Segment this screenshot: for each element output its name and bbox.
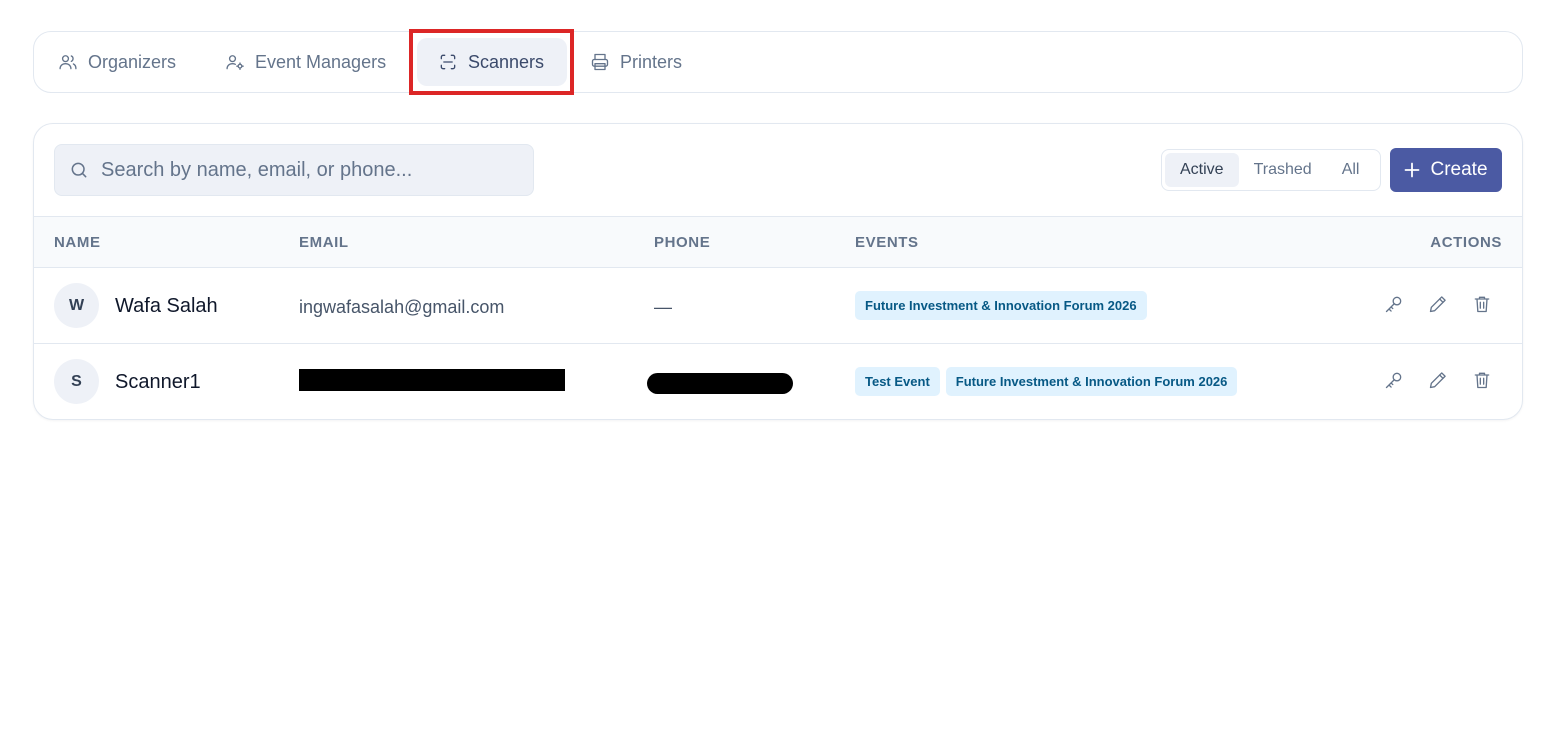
tab-bar: Organizers Event Managers Scanners Print… bbox=[33, 31, 1523, 93]
row-actions bbox=[1384, 370, 1492, 390]
filter-all[interactable]: All bbox=[1327, 153, 1375, 187]
tab-label: Printers bbox=[620, 51, 683, 72]
row-phone: — bbox=[654, 297, 672, 317]
search-box bbox=[54, 144, 534, 196]
column-actions: ACTIONS bbox=[1430, 234, 1502, 251]
tab-label: Organizers bbox=[88, 51, 177, 72]
table-row: W Wafa Salah ingwafasalah@gmail.com — Fu… bbox=[34, 268, 1522, 344]
pencil-icon[interactable] bbox=[1428, 294, 1448, 314]
search-icon bbox=[71, 162, 87, 178]
pencil-icon[interactable] bbox=[1428, 370, 1448, 390]
filter-active[interactable]: Active bbox=[1165, 153, 1239, 187]
key-icon[interactable] bbox=[1384, 370, 1404, 390]
user-cog-icon bbox=[226, 55, 244, 71]
status-filter: Active Trashed All bbox=[1161, 149, 1381, 191]
row-actions bbox=[1384, 294, 1492, 314]
row-name: Scanner1 bbox=[115, 371, 201, 393]
row-events: Future Investment & Innovation Forum 202… bbox=[855, 291, 1147, 320]
tab-scanners[interactable]: Scanners bbox=[417, 38, 567, 86]
tab-label: Event Managers bbox=[255, 51, 387, 72]
plus-icon bbox=[1405, 162, 1420, 178]
column-email: EMAIL bbox=[299, 234, 349, 251]
users-icon bbox=[59, 55, 77, 70]
redacted-phone bbox=[647, 373, 793, 394]
tab-label: Scanners bbox=[468, 51, 545, 72]
tab-printers[interactable]: Printers bbox=[590, 38, 682, 86]
avatar: W bbox=[54, 283, 99, 328]
tab-organizers[interactable]: Organizers bbox=[58, 38, 176, 86]
search-input[interactable] bbox=[101, 158, 521, 182]
key-icon[interactable] bbox=[1384, 294, 1404, 314]
row-events: Test Event Future Investment & Innovatio… bbox=[855, 367, 1238, 396]
row-email: ingwafasalah@gmail.com bbox=[299, 297, 505, 317]
event-badge: Future Investment & Innovation Forum 202… bbox=[945, 367, 1238, 396]
column-phone: PHONE bbox=[654, 234, 711, 251]
event-badge: Test Event bbox=[855, 367, 940, 396]
avatar: S bbox=[54, 359, 99, 404]
event-badge: Future Investment & Innovation Forum 202… bbox=[855, 291, 1147, 320]
scan-icon bbox=[440, 54, 456, 70]
scanners-table-card: Active Trashed All Create NAME EMAIL PHO… bbox=[33, 123, 1523, 420]
tab-event-managers[interactable]: Event Managers bbox=[225, 38, 386, 86]
redacted-email bbox=[299, 369, 565, 391]
row-name: Wafa Salah bbox=[115, 295, 218, 317]
trash-icon[interactable] bbox=[1472, 370, 1492, 390]
create-button[interactable]: Create bbox=[1390, 148, 1502, 192]
column-name: NAME bbox=[54, 234, 101, 251]
create-label: Create bbox=[1430, 159, 1488, 180]
trash-icon[interactable] bbox=[1472, 294, 1492, 314]
column-events: EVENTS bbox=[855, 234, 919, 251]
table-row: S Scanner1 Test Event Future Investment … bbox=[34, 344, 1522, 419]
table-header: NAME EMAIL PHONE EVENTS ACTIONS bbox=[34, 216, 1522, 268]
filter-trashed[interactable]: Trashed bbox=[1239, 153, 1327, 187]
printer-icon bbox=[591, 53, 609, 71]
